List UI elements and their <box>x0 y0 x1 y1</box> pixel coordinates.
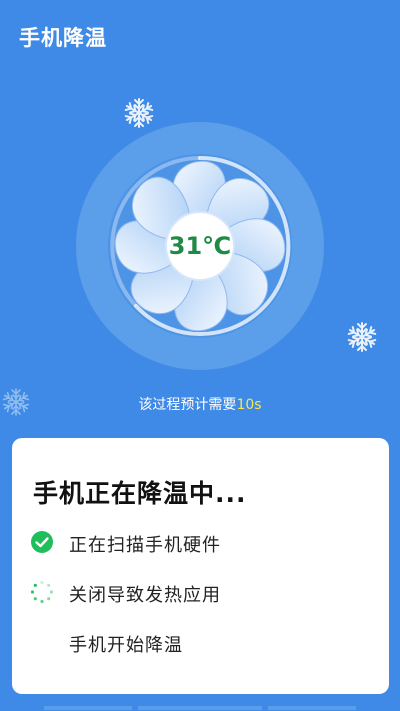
bottom-divider <box>138 706 262 710</box>
bottom-divider <box>268 706 356 710</box>
cooling-progress-card: 手机正在降温中... 正在扫描手机硬件 关闭导致发热应用 手机开始降温 <box>12 438 389 694</box>
step-close-hot-apps: 关闭导致发热应用 <box>12 577 389 607</box>
check-icon <box>31 531 53 553</box>
temperature-readout: 31℃ <box>168 232 232 260</box>
snowflake-icon <box>346 322 378 352</box>
estimate-label: 该过程预计需要 <box>138 397 237 413</box>
step-scan-hardware: 正在扫描手机硬件 <box>12 527 389 557</box>
step-label: 手机开始降温 <box>69 635 183 656</box>
page-title: 手机降温 <box>19 26 107 50</box>
step-label: 关闭导致发热应用 <box>69 585 221 606</box>
step-start-cooling: 手机开始降温 <box>12 627 389 657</box>
cooling-fan: 31℃ <box>76 122 324 370</box>
card-title: 手机正在降温中... <box>33 479 247 508</box>
bottom-divider <box>44 706 132 710</box>
spinner-icon <box>30 580 54 604</box>
time-estimate: 该过程预计需要10s <box>0 394 400 414</box>
app-header: 手机降温 <box>0 0 400 76</box>
step-label: 正在扫描手机硬件 <box>69 535 221 556</box>
estimate-time: 10s <box>236 397 262 413</box>
